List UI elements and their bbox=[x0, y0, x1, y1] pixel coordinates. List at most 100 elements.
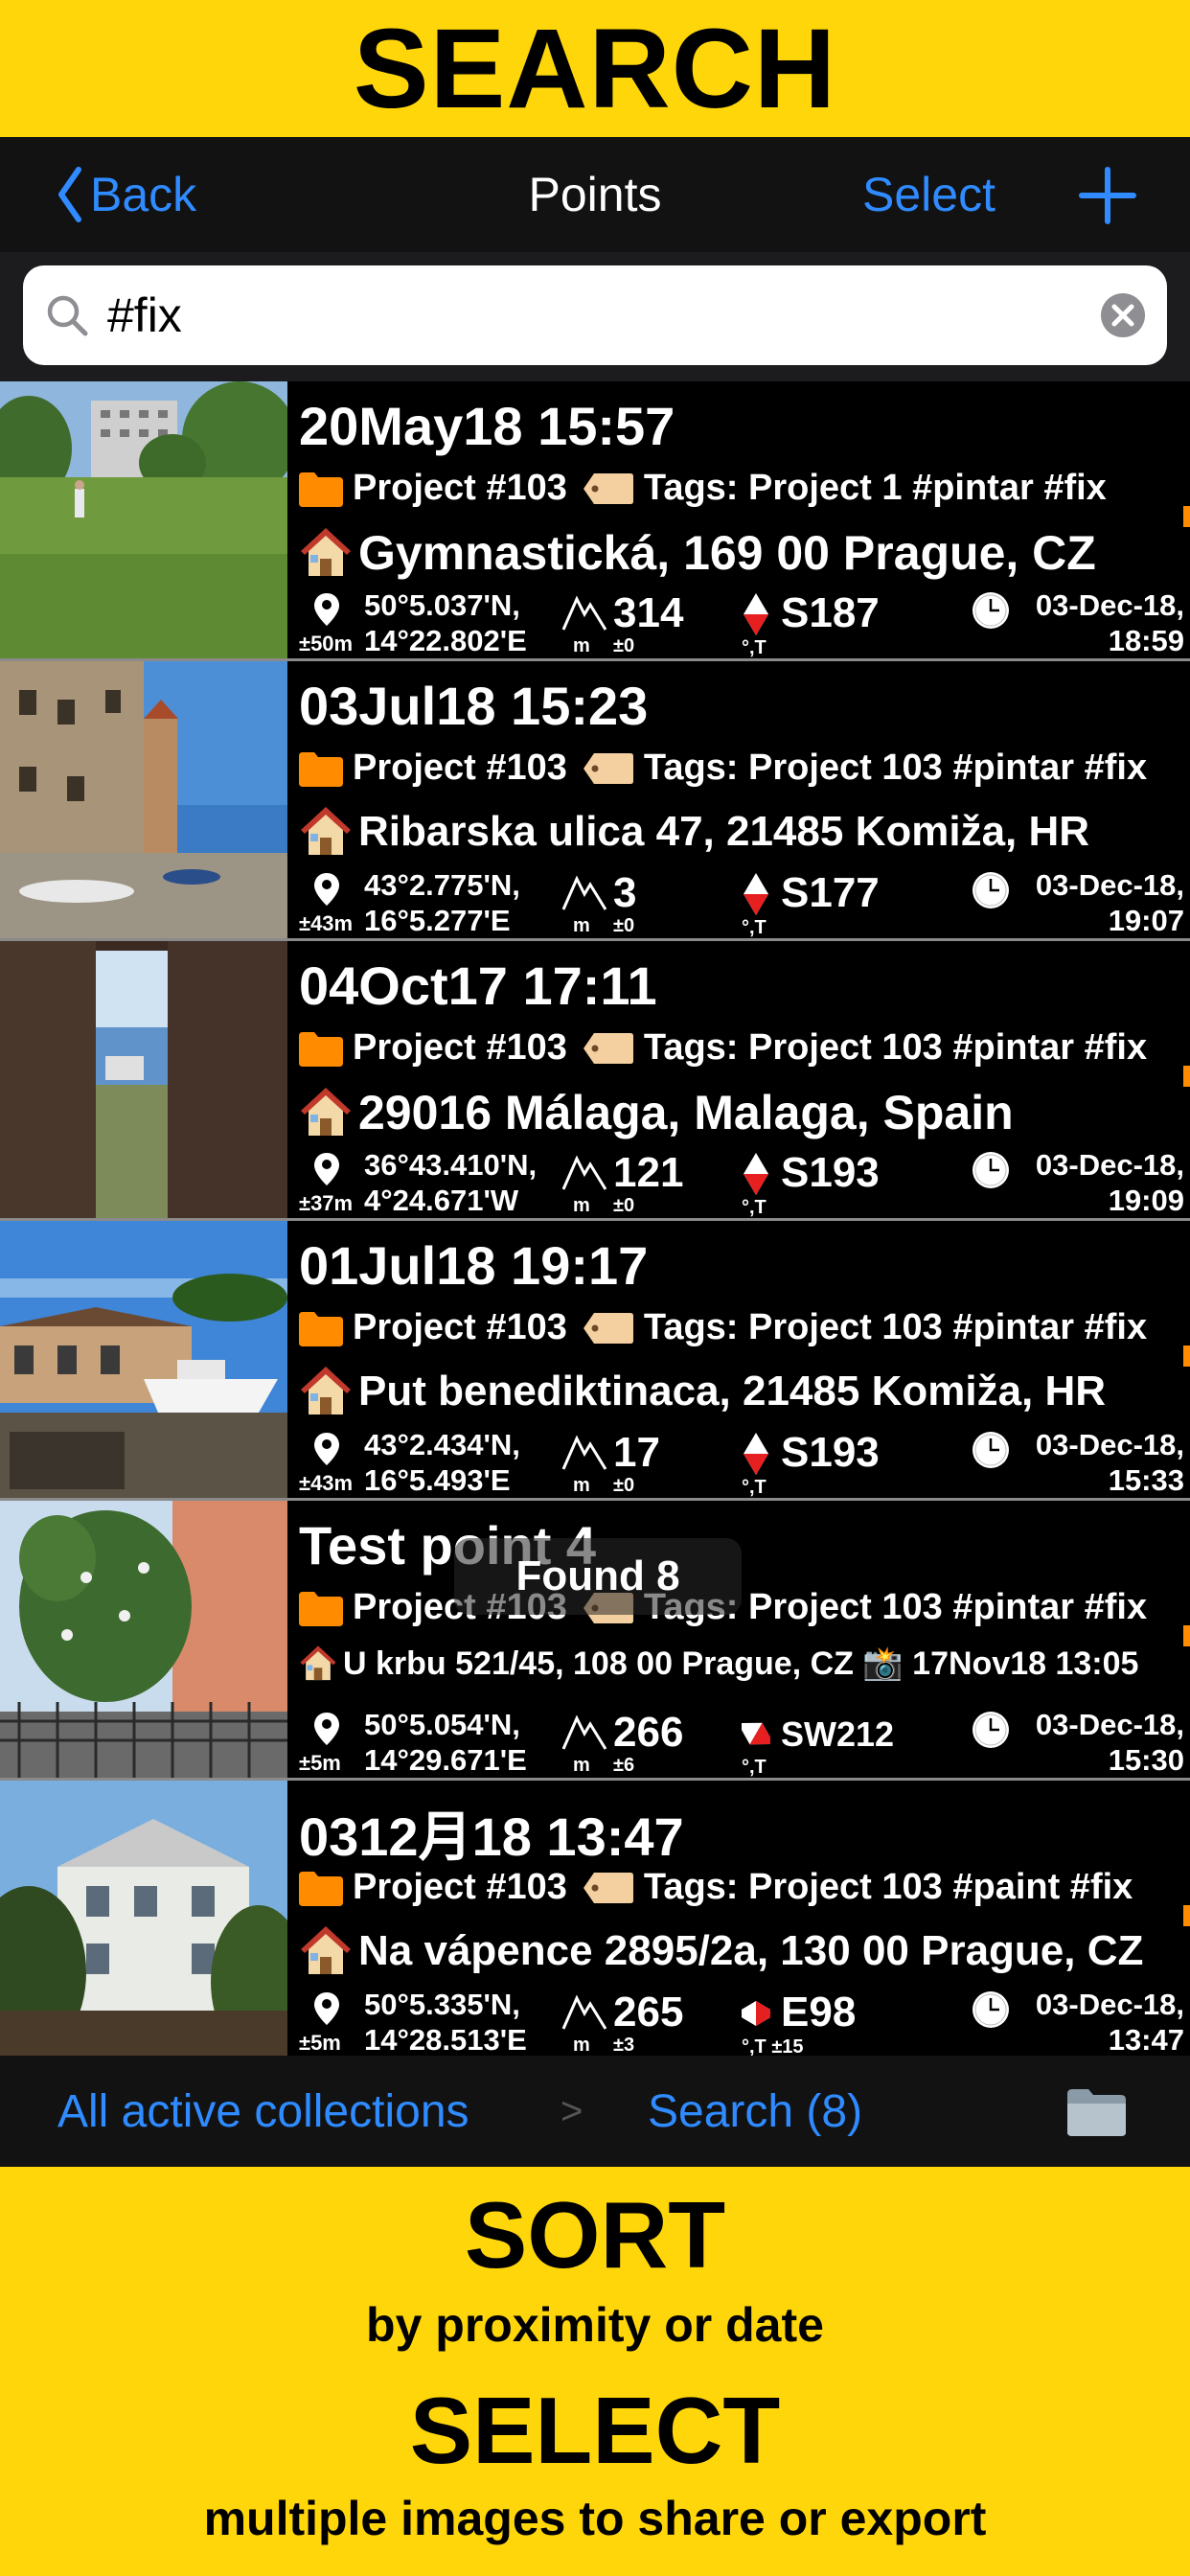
point-project-tags: Project #103 Tags: Project 103 #pintar #… bbox=[299, 748, 1147, 789]
point-title: 01Jul18 19:17 bbox=[299, 1235, 649, 1296]
altitude-value: 265 bbox=[613, 1989, 684, 2036]
longitude: 4°24.671'W bbox=[364, 1184, 519, 1217]
altitude-unit: m bbox=[573, 1755, 590, 1776]
clock-icon bbox=[973, 1152, 1009, 1188]
point-address: U krbu 521/45, 108 00 Prague, CZ 📸 17Nov… bbox=[343, 1645, 1139, 1682]
date-day: 03-Dec-18, bbox=[1035, 868, 1184, 902]
altitude-icon bbox=[561, 1435, 607, 1470]
point-metadata: ±43m 43°2.775'N, 16°5.277'E 3 m ±0 S177 °… bbox=[299, 867, 1190, 938]
bearing-unit: °,T bbox=[742, 1757, 767, 1778]
collection-marker bbox=[1183, 1905, 1190, 1926]
point-row[interactable]: 03Jul18 15:23 Project #103 Tags: Project… bbox=[0, 661, 1190, 941]
tag-icon bbox=[583, 472, 633, 504]
bottom-toolbar: All active collections > Search (8) bbox=[0, 2056, 1190, 2167]
point-thumbnail bbox=[0, 1501, 287, 1778]
point-address: 29016 Málaga, Malaga, Spain bbox=[358, 1086, 1014, 1139]
compass-icon bbox=[742, 2001, 770, 2026]
point-address-line: U krbu 521/45, 108 00 Prague, CZ 📸 17Nov… bbox=[299, 1644, 1138, 1683]
coordinates: 36°43.410'N, 4°24.671'W bbox=[364, 1147, 537, 1218]
navigation-bar: Back Points Select bbox=[0, 137, 1190, 252]
select-button[interactable]: Select bbox=[862, 161, 995, 228]
altitude-value: 17 bbox=[613, 1429, 660, 1476]
point-project: Project #103 bbox=[353, 1867, 567, 1907]
tag-icon bbox=[583, 752, 633, 784]
altitude-icon bbox=[561, 1714, 607, 1750]
altitude-accuracy: ±0 bbox=[613, 1475, 635, 1496]
search-input[interactable]: #fix bbox=[107, 265, 1065, 365]
altitude-icon bbox=[561, 1994, 607, 2030]
house-icon bbox=[301, 807, 351, 855]
point-address-line: Na vápence 2895/2a, 130 00 Prague, CZ bbox=[299, 1924, 1143, 1978]
bearing-unit: °,T bbox=[742, 1477, 767, 1498]
point-row[interactable]: 01Jul18 19:17 Project #103 Tags: Project… bbox=[0, 1221, 1190, 1501]
altitude-icon bbox=[561, 1155, 607, 1190]
point-tags: Tags: Project 1 #pintar #fix bbox=[643, 468, 1107, 508]
house-icon bbox=[301, 1367, 351, 1414]
all-collections-link[interactable]: All active collections bbox=[57, 2056, 469, 2167]
altitude-accuracy: ±0 bbox=[613, 915, 635, 936]
latitude: 50°5.054'N, bbox=[364, 1708, 520, 1741]
date-day: 03-Dec-18, bbox=[1035, 1988, 1184, 2021]
point-title: 0312月18 13:47 bbox=[299, 1806, 684, 1867]
altitude-value: 121 bbox=[613, 1149, 684, 1196]
latitude: 43°2.775'N, bbox=[364, 868, 520, 902]
point-address: Put benediktinaca, 21485 Komiža, HR bbox=[358, 1368, 1107, 1414]
longitude: 16°5.493'E bbox=[364, 1463, 511, 1497]
altitude-icon bbox=[561, 875, 607, 910]
bearing-unit: °,T bbox=[742, 917, 767, 938]
folder-icon[interactable] bbox=[1065, 2084, 1129, 2138]
point-metadata: ±50m 50°5.037'N, 14°22.802'E 314 m ±0 S18… bbox=[299, 587, 1190, 658]
back-button[interactable]: Back bbox=[56, 161, 196, 228]
altitude-unit: m bbox=[573, 2035, 590, 2056]
search-bar[interactable]: #fix bbox=[23, 265, 1167, 365]
latitude: 50°5.037'N, bbox=[364, 588, 520, 622]
promo-search-heading: SEARCH bbox=[353, 5, 837, 132]
compass-icon bbox=[742, 1722, 770, 1745]
point-thumbnail bbox=[0, 941, 287, 1218]
collection-marker bbox=[1183, 1346, 1190, 1367]
point-address-line: 29016 Málaga, Malaga, Spain bbox=[299, 1085, 1014, 1140]
point-metadata: ±5m 50°5.335'N, 14°28.513'E 265 m ±3 E98 … bbox=[299, 1987, 1190, 2056]
point-thumbnail bbox=[0, 1781, 287, 2056]
point-date: 03-Dec-18, 13:47 bbox=[1036, 1987, 1184, 2056]
clear-search-icon[interactable] bbox=[1100, 292, 1146, 338]
date-day: 03-Dec-18, bbox=[1035, 588, 1184, 622]
chevron-left-icon bbox=[58, 167, 81, 222]
location-pin-icon bbox=[314, 1992, 339, 2025]
clock-icon bbox=[973, 872, 1009, 908]
altitude-value: 314 bbox=[613, 589, 684, 636]
point-tags: Tags: Project 103 #paint #fix bbox=[643, 1867, 1133, 1907]
point-tags: Tags: Project 103 #pintar #fix bbox=[643, 1027, 1148, 1068]
latitude: 43°2.434'N, bbox=[364, 1428, 520, 1461]
point-date: 03-Dec-18, 19:09 bbox=[1036, 1147, 1184, 1218]
date-day: 03-Dec-18, bbox=[1035, 1148, 1184, 1182]
longitude: 14°22.802'E bbox=[364, 624, 527, 657]
collection-marker bbox=[1183, 506, 1190, 527]
date-time: 19:07 bbox=[1108, 904, 1184, 937]
search-results-link[interactable]: Search (8) bbox=[648, 2056, 862, 2167]
point-row[interactable]: 0312月18 13:47 Project #103 Tags: Project… bbox=[0, 1781, 1190, 2056]
point-thumbnail bbox=[0, 1221, 287, 1498]
point-row[interactable]: 20May18 15:57 Project #103 Tags: Project… bbox=[0, 381, 1190, 661]
point-project-tags: Project #103 Tags: Project 103 #pintar #… bbox=[299, 1027, 1147, 1069]
promo-banner-top: SEARCH bbox=[0, 0, 1190, 137]
compass-icon bbox=[744, 593, 768, 635]
folder-icon bbox=[299, 472, 343, 507]
compass-icon bbox=[744, 1433, 768, 1475]
point-address-line: Ribarska ulica 47, 21485 Komiža, HR bbox=[299, 805, 1089, 859]
folder-icon bbox=[299, 1031, 343, 1067]
altitude-accuracy: ±6 bbox=[613, 1755, 635, 1776]
gps-accuracy: ±50m bbox=[299, 632, 354, 656]
point-address: Ribarska ulica 47, 21485 Komiža, HR bbox=[358, 808, 1090, 855]
promo-select-subtitle: multiple images to share or export bbox=[203, 2492, 987, 2545]
longitude: 16°5.277'E bbox=[364, 904, 511, 937]
location-pin-icon bbox=[314, 593, 339, 626]
bearing-value: SW212 bbox=[781, 1714, 895, 1754]
point-date: 03-Dec-18, 19:07 bbox=[1036, 867, 1184, 938]
add-icon[interactable] bbox=[1078, 166, 1137, 225]
folder-icon bbox=[299, 1871, 343, 1906]
clock-icon bbox=[973, 1991, 1009, 2028]
altitude-accuracy: ±3 bbox=[613, 2035, 635, 2056]
point-row[interactable]: 04Oct17 17:11 Project #103 Tags: Project… bbox=[0, 941, 1190, 1221]
bearing-unit: °,T bbox=[742, 1197, 767, 1218]
